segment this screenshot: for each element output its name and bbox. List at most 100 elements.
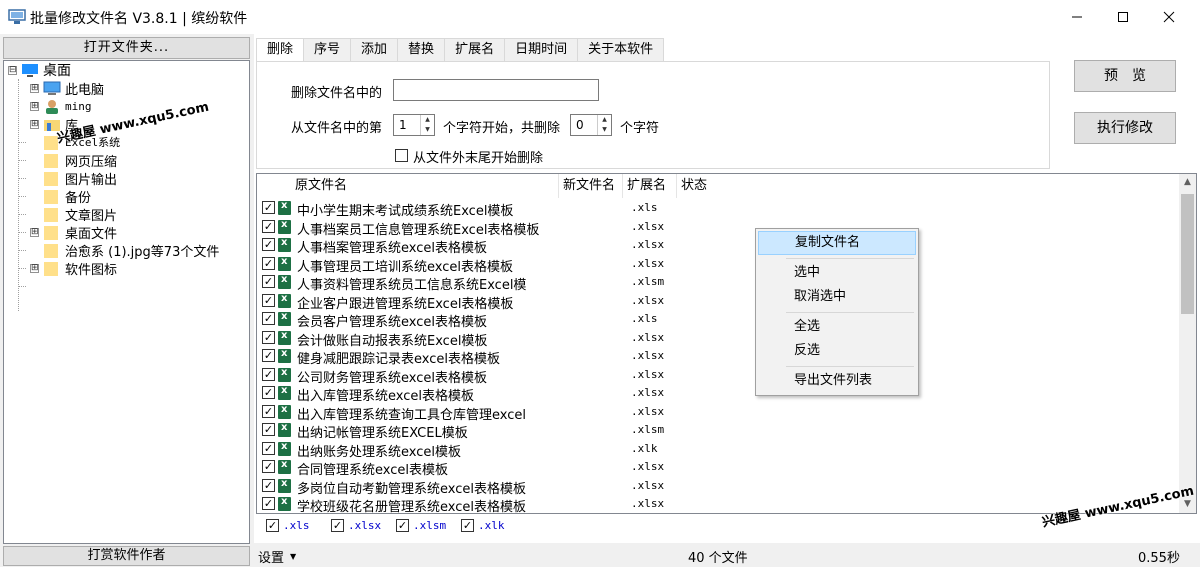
execute-button[interactable]: 执行修改	[1074, 112, 1176, 144]
expand-icon[interactable]: ⊞	[30, 227, 39, 237]
table-row[interactable]: ✓ 出入库管理系统excel表格模板 .xlsx	[257, 384, 1181, 404]
checkbox-checked-icon[interactable]: ✓	[262, 497, 275, 510]
tree-node-folder[interactable]: 备份	[43, 187, 91, 206]
tab-sequence[interactable]: 序号	[303, 38, 352, 62]
expand-icon[interactable]: ⊞	[30, 119, 39, 129]
spin-down-icon[interactable]: ▼	[598, 125, 611, 135]
tree-node-user[interactable]: ⊞ ming	[30, 97, 92, 115]
checkbox-checked-icon[interactable]: ✓	[262, 293, 275, 307]
checkbox-checked-icon[interactable]: ✓	[262, 330, 275, 344]
tree-node-folder[interactable]: ⊞ 软件图标	[30, 259, 118, 278]
filter-xlk[interactable]: ✓ .xlk	[461, 519, 505, 532]
table-row[interactable]: ✓ 出纳记帐管理系统EXCEL模板 .xlsm	[257, 421, 1181, 441]
checkbox-checked-icon[interactable]: ✓	[262, 460, 275, 473]
folder-tree[interactable]: ⊟ 桌面 ⊞ 此电脑 ⊞ ming ⊞ 库 Excel系统 网页压缩 图片输出 …	[3, 60, 250, 544]
checkbox-checked-icon[interactable]: ✓	[262, 404, 275, 418]
spin-up-icon[interactable]: ▲	[421, 115, 434, 125]
tab-about[interactable]: 关于本软件	[577, 38, 665, 62]
checkbox-checked-icon[interactable]: ✓	[262, 201, 275, 214]
settings-dropdown[interactable]: 设置 ▼	[258, 547, 296, 566]
menu-select[interactable]: 选中	[758, 261, 916, 285]
preview-button[interactable]: 预 览	[1074, 60, 1176, 92]
table-row[interactable]: ✓ 出入库管理系统查询工具仓库管理excel .xlsx	[257, 403, 1181, 423]
menu-invert-selection[interactable]: 反选	[758, 339, 916, 363]
checkbox-checked-icon[interactable]: ✓	[262, 478, 275, 492]
checkbox-checked-icon[interactable]: ✓	[331, 519, 344, 532]
table-row[interactable]: ✓ 企业客户跟进管理系统Excel表格模板 .xlsx	[257, 292, 1181, 312]
expand-icon[interactable]: ⊞	[30, 263, 39, 273]
scroll-up-icon[interactable]: ▲	[1179, 174, 1196, 191]
tree-node-folder[interactable]: 图片输出	[43, 169, 117, 188]
tree-node-folder[interactable]: ⊞ 桌面文件	[30, 223, 117, 242]
checkbox-checked-icon[interactable]: ✓	[262, 219, 275, 233]
expand-icon[interactable]: ⊞	[30, 83, 39, 93]
table-row[interactable]: ✓ 会员客户管理系统excel表格模板 .xls	[257, 310, 1181, 330]
table-row[interactable]: ✓ 合同管理系统excel表模板 .xlsx	[257, 458, 1181, 478]
delete-count-spinner[interactable]: 0 ▲ ▼	[570, 114, 612, 136]
table-row[interactable]: ✓ 人事档案员工信息管理系统Excel表格模板 .xlsx	[257, 218, 1181, 238]
donate-button[interactable]: 打赏软件作者	[3, 546, 250, 566]
menu-select-all[interactable]: 全选	[758, 315, 916, 339]
tree-node-this-pc[interactable]: ⊞ 此电脑	[30, 79, 104, 98]
collapse-icon[interactable]: ⊟	[8, 65, 17, 75]
table-row[interactable]: ✓ 中小学生期末考试成绩系统Excel模板 .xls	[257, 199, 1181, 219]
original-filename: 出入库管理系统excel表格模板	[297, 389, 474, 404]
filter-xlsm[interactable]: ✓ .xlsm	[396, 519, 446, 532]
file-list[interactable]: 原文件名 新文件名 扩展名 状态 ✓ 中小学生期末考试成绩系统Excel模板 .xl…	[256, 173, 1197, 514]
checkbox-checked-icon[interactable]: ✓	[396, 519, 409, 532]
table-row[interactable]: ✓ 多岗位自动考勤管理系统excel表格模板 .xlsx	[257, 477, 1181, 497]
table-row[interactable]: ✓ 人事资料管理系统员工信息系统Excel模 .xlsm	[257, 273, 1181, 293]
tab-extension[interactable]: 扩展名	[444, 38, 506, 62]
open-folder-button[interactable]: 打开文件夹...	[3, 37, 250, 59]
checkbox-checked-icon[interactable]: ✓	[262, 349, 275, 362]
tree-node-folder[interactable]: 网页压缩	[43, 151, 117, 170]
checkbox-checked-icon[interactable]: ✓	[262, 238, 275, 251]
spin-down-icon[interactable]: ▼	[421, 125, 434, 135]
menu-export-list[interactable]: 导出文件列表	[758, 369, 916, 393]
table-row[interactable]: ✓ 人事管理员工培训系统excel表格模板 .xlsx	[257, 255, 1181, 275]
table-row[interactable]: ✓ 会计做账自动报表系统Excel模板 .xlsx	[257, 329, 1181, 349]
checkbox-checked-icon[interactable]: ✓	[262, 367, 275, 381]
tree-label: 软件图标	[65, 262, 118, 278]
start-suffix-label: 个字符开始，共删除	[443, 121, 561, 136]
checkbox-checked-icon[interactable]: ✓	[262, 386, 275, 399]
column-new-name[interactable]: 新文件名	[559, 174, 623, 198]
column-extension[interactable]: 扩展名	[623, 174, 677, 198]
tree-node-folder[interactable]: 治愈系 (1).jpg等73个文件	[43, 241, 219, 260]
spin-up-icon[interactable]: ▲	[598, 115, 611, 125]
table-row[interactable]: ✓ 公司财务管理系统excel表格模板 .xlsx	[257, 366, 1181, 386]
vertical-scrollbar[interactable]: ▲ ▼	[1179, 174, 1196, 513]
tab-add[interactable]: 添加	[350, 38, 399, 62]
minimize-button[interactable]	[1054, 0, 1100, 34]
tab-delete[interactable]: 删除	[256, 38, 305, 63]
table-row[interactable]: ✓ 健身减肥跟踪记录表excel表格模板 .xlsx	[257, 347, 1181, 367]
scroll-thumb[interactable]	[1181, 194, 1194, 314]
delete-text-input[interactable]	[393, 79, 599, 101]
tree-node-desktop[interactable]: ⊟ 桌面	[8, 61, 71, 79]
filter-xlsx[interactable]: ✓ .xlsx	[331, 519, 381, 532]
column-status[interactable]: 状态	[677, 174, 1181, 198]
menu-deselect[interactable]: 取消选中	[758, 285, 916, 309]
filter-xls[interactable]: ✓ .xls	[266, 519, 310, 532]
column-original-name[interactable]: 原文件名	[257, 174, 559, 198]
table-row[interactable]: ✓ 人事档案管理系统excel表格模板 .xlsx	[257, 236, 1181, 256]
checkbox-checked-icon[interactable]: ✓	[262, 441, 275, 455]
checkbox-checked-icon[interactable]: ✓	[262, 275, 275, 288]
table-row[interactable]: ✓ 出纳账务处理系统excel模板 .xlk	[257, 440, 1181, 460]
checkbox-checked-icon[interactable]: ✓	[266, 519, 279, 532]
close-button[interactable]	[1146, 0, 1192, 34]
start-position-spinner[interactable]: 1 ▲ ▼	[393, 114, 435, 136]
tab-datetime[interactable]: 日期时间	[504, 38, 579, 62]
menu-copy-filename[interactable]: 复制文件名	[758, 231, 916, 255]
from-end-checkbox[interactable]	[395, 149, 408, 162]
checkbox-checked-icon[interactable]: ✓	[262, 423, 275, 436]
original-filename: 中小学生期末考试成绩系统Excel模板	[297, 204, 514, 219]
tab-replace[interactable]: 替换	[397, 38, 446, 62]
checkbox-checked-icon[interactable]: ✓	[461, 519, 474, 532]
excel-file-icon	[278, 330, 291, 345]
maximize-button[interactable]	[1100, 0, 1146, 34]
expand-icon[interactable]: ⊞	[30, 101, 39, 111]
tree-node-folder[interactable]: 文章图片	[43, 205, 117, 224]
checkbox-checked-icon[interactable]: ✓	[262, 312, 275, 325]
checkbox-checked-icon[interactable]: ✓	[262, 256, 275, 270]
